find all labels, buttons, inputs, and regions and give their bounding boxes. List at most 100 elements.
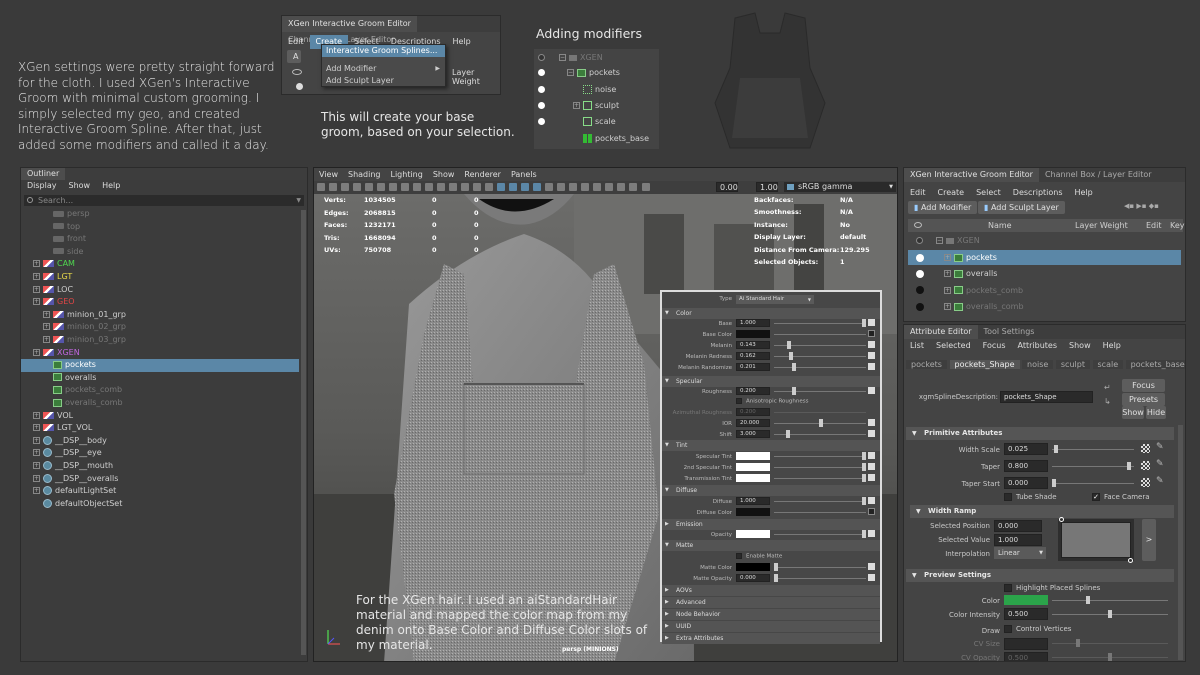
exposure-icon[interactable] [629, 183, 637, 191]
isolate-icon[interactable] [581, 183, 589, 191]
ramp-expand-button[interactable]: > [1142, 519, 1156, 561]
mat-melanin-rand-field[interactable]: 0.201 [736, 363, 770, 371]
expression-icon[interactable]: ✎ [1156, 442, 1164, 452]
outliner-title[interactable]: Outliner [21, 168, 66, 180]
mat-spec2-tint-swatch[interactable] [736, 463, 770, 471]
xgen-tab-channel[interactable]: Channel Box / Layer Editor [1039, 168, 1158, 182]
mat-advanced-header[interactable]: Advanced [662, 597, 880, 608]
xray-components-icon[interactable] [617, 183, 625, 191]
ae-menu-attributes[interactable]: Attributes [1012, 339, 1064, 353]
outliner-menu-show[interactable]: Show [63, 180, 97, 192]
ae-menu-focus[interactable]: Focus [977, 339, 1012, 353]
col-edit[interactable]: Edit [1146, 219, 1162, 232]
xgen-desc-row[interactable]: + overalls_comb [908, 299, 1181, 314]
vp-menu-show[interactable]: Show [428, 170, 460, 179]
color-intensity-slider[interactable] [1052, 610, 1168, 618]
map-button-icon[interactable] [868, 319, 875, 326]
connected-map-icon[interactable] [868, 508, 875, 515]
highlight-checkbox[interactable] [1004, 584, 1012, 592]
taper-start-field[interactable]: 0.000 [1004, 477, 1048, 489]
highlight-row[interactable]: Highlight Placed Splines [1004, 584, 1100, 592]
mat-trans-tint-slider[interactable] [774, 474, 866, 482]
outliner-item[interactable]: front [21, 233, 299, 246]
slider-knob[interactable] [792, 387, 796, 395]
slider-knob[interactable] [786, 430, 790, 438]
dropdown-add-sculpt[interactable]: Add Sculpt Layer [322, 75, 445, 87]
width-scale-slider[interactable] [1052, 445, 1134, 453]
map-button-icon[interactable] [868, 463, 875, 470]
outliner-item[interactable]: pockets [21, 359, 299, 372]
mod-desc-row[interactable]: − pockets [538, 67, 659, 80]
add-modifier-button[interactable]: ▮ Add Modifier [908, 201, 978, 214]
sel-val-field[interactable]: 1.000 [994, 534, 1042, 546]
expand-icon[interactable]: + [944, 303, 951, 311]
mod-item-row[interactable]: scale [538, 116, 659, 129]
visibility-dot-icon[interactable] [916, 286, 924, 295]
xgen-menu-edit[interactable]: Edit [904, 186, 932, 200]
grease-pencil-icon[interactable] [377, 183, 385, 191]
mat-ior-field[interactable]: 20.000 [736, 419, 770, 427]
ctrl-verts-row[interactable]: Control Vertices [1004, 625, 1071, 633]
vp-gamma-field[interactable]: 1.00 [756, 182, 778, 192]
desc-name-field[interactable]: pockets_Shape [1000, 391, 1093, 403]
xgen-menu-help[interactable]: Help [1069, 186, 1099, 200]
outliner-item[interactable]: + __DSP__overalls [21, 473, 299, 486]
mat-diffuse-field[interactable]: 1.000 [736, 497, 770, 505]
mat-opacity-swatch[interactable] [736, 530, 770, 538]
xgen-tab-groom[interactable]: XGen Interactive Groom Editor [904, 168, 1039, 182]
film-gate-icon[interactable] [401, 183, 409, 191]
col-layer-weight[interactable]: Layer Weight [1075, 219, 1128, 232]
map-button-icon[interactable] [868, 497, 875, 504]
mat-spec2-tint-slider[interactable] [774, 463, 866, 471]
mod-root-row[interactable]: − XGEN [538, 52, 659, 65]
color-swatch[interactable] [1004, 595, 1048, 605]
mat-diffuse-color-slider[interactable] [774, 512, 866, 513]
slider-knob[interactable] [1054, 445, 1058, 453]
col-name[interactable]: Name [988, 219, 1012, 232]
expand-icon[interactable]: + [43, 310, 50, 318]
mat-opacity-slider[interactable] [774, 530, 866, 538]
slider-knob[interactable] [862, 474, 866, 482]
textured-icon[interactable] [509, 183, 517, 191]
expand-icon[interactable]: + [944, 270, 951, 278]
mod-vis-icon[interactable] [538, 86, 545, 93]
map-button-icon[interactable] [868, 452, 875, 459]
mini-menu-help[interactable]: Help [447, 35, 477, 49]
interp-select[interactable]: Linear ▼ [994, 547, 1046, 559]
mat-shift-field[interactable]: 3.000 [736, 430, 770, 438]
add-sculpt-button[interactable]: ▮ Add Sculpt Layer [978, 201, 1065, 214]
width-scale-field[interactable]: 0.025 [1004, 443, 1048, 455]
outliner-menu-help[interactable]: Help [96, 180, 126, 192]
mod-item-row[interactable]: noise [538, 84, 659, 97]
mat-base-field[interactable]: 1.000 [736, 319, 770, 327]
mat-spec-tint-slider[interactable] [774, 452, 866, 460]
expand-icon[interactable]: + [33, 411, 40, 419]
map-button-icon[interactable] [868, 363, 875, 370]
xgen-desc-row[interactable]: + pockets [908, 250, 1181, 265]
anti-alias-icon[interactable] [569, 183, 577, 191]
slider-knob[interactable] [862, 497, 866, 505]
width-ramp-header[interactable]: Width Ramp [910, 505, 1174, 518]
mini-tab-groom[interactable]: XGen Interactive Groom Editor [282, 16, 417, 32]
outliner-item[interactable]: pockets_comb [21, 384, 299, 397]
search-dropdown-icon[interactable]: ▼ [296, 195, 301, 206]
camera-attr-icon[interactable] [329, 183, 337, 191]
expand-icon[interactable]: + [33, 449, 40, 457]
xgen-desc-row[interactable]: + overalls [908, 266, 1181, 281]
slider-knob[interactable] [862, 463, 866, 471]
gate-mask-icon[interactable] [425, 183, 433, 191]
node-tab-pockets-base[interactable]: pockets_base [1125, 360, 1185, 369]
vp-exposure-field[interactable]: 0.00 [716, 182, 738, 192]
outliner-item[interactable]: top [21, 221, 299, 234]
mod-item-row[interactable]: + sculpt [538, 100, 659, 113]
outliner-item[interactable]: side [21, 246, 299, 259]
slider-knob[interactable] [774, 563, 778, 571]
ae-tab-attr[interactable]: Attribute Editor [904, 325, 978, 339]
primitive-attrs-header[interactable]: Primitive Attributes [906, 427, 1174, 440]
dropdown-add-modifier[interactable]: Add Modifier ▶ [322, 63, 445, 75]
select-camera-icon[interactable] [317, 183, 325, 191]
outliner-item[interactable]: + __DSP__mouth [21, 460, 299, 473]
image-plane-icon[interactable] [353, 183, 361, 191]
mat-matte-header[interactable]: Matte [662, 540, 880, 551]
mat-melanin-red-slider[interactable] [774, 352, 866, 360]
